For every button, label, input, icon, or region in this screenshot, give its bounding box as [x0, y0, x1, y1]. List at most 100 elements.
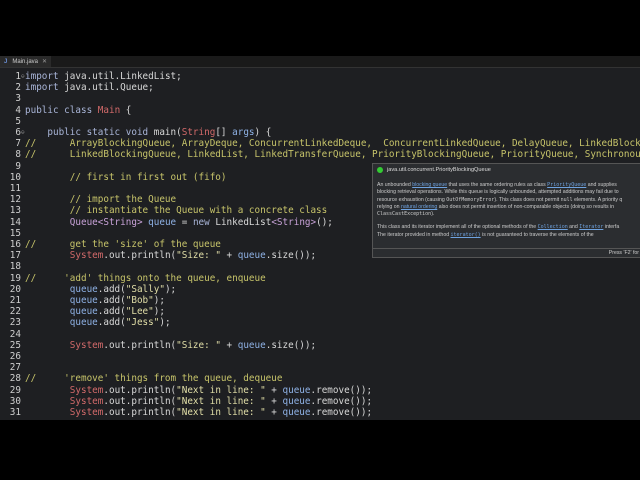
code-line[interactable]: 30 System .out.println("Next in line: " +… — [0, 396, 640, 407]
fold-marker — [21, 116, 25, 127]
code-token: ); — [159, 317, 171, 329]
fold-marker — [21, 329, 25, 340]
code-token: System — [25, 339, 104, 351]
code-token: LinkedList — [209, 216, 272, 228]
code-line[interactable]: 21 queue .add("Bob"); — [0, 295, 640, 306]
line-number: 4 — [15, 104, 21, 116]
line-number: 20 — [9, 283, 21, 295]
code-line[interactable]: 4 public class Main { — [0, 105, 640, 116]
line-number: 30 — [9, 395, 21, 407]
line-number: 10 — [9, 171, 21, 183]
code-line[interactable]: 3 — [0, 93, 640, 104]
tooltip-text: OutOfMemoryError — [446, 196, 495, 203]
code-token: + — [265, 407, 283, 419]
code-line[interactable]: 5 — [0, 116, 640, 127]
code-token: queue — [237, 339, 266, 351]
tooltip-text: resource exhaustion (causing — [377, 196, 447, 203]
code-token: System — [25, 384, 104, 396]
code-token: public static void — [25, 127, 149, 139]
fold-marker — [21, 362, 25, 373]
code-line[interactable]: 6 ⊖ public static void main(String[] args… — [0, 127, 640, 138]
code-line[interactable]: 2 import java.util.Queue; — [0, 82, 640, 93]
code-line[interactable]: 25 System .out.println("Size: " + queue .s… — [0, 340, 640, 351]
code-token: // get the 'size' of the queue — [25, 239, 221, 251]
fold-marker — [21, 183, 25, 194]
code-line[interactable]: 18 — [0, 261, 640, 272]
code-token: .remove()); — [310, 384, 373, 396]
fold-marker — [21, 161, 25, 172]
code-token: "Lee" — [125, 306, 154, 318]
code-token: System — [25, 395, 104, 407]
javadoc-link[interactable]: PriorityQueue — [547, 182, 586, 188]
javadoc-link[interactable]: Iterator — [579, 224, 603, 230]
code-token: <String> — [271, 216, 317, 228]
code-line[interactable]: 28 // 'remove' things from the queue, deq… — [0, 373, 640, 384]
line-number: 16 — [9, 239, 21, 251]
fold-marker — [21, 351, 25, 362]
code-token: new — [192, 216, 210, 228]
line-number: 18 — [9, 261, 21, 273]
code-token: queue — [25, 295, 98, 307]
code-token: args — [232, 127, 255, 139]
code-line[interactable]: 26 — [0, 351, 640, 362]
code-line[interactable]: 23 queue .add("Jess"); — [0, 317, 640, 328]
code-token: .out.println( — [103, 395, 177, 407]
javadoc-hover-tooltip: java.util.concurrent.PriorityBlockingQue… — [372, 163, 640, 258]
tooltip-text: elements. A priority q — [572, 196, 623, 203]
code-line[interactable]: 27 — [0, 362, 640, 373]
code-token: [] — [215, 127, 233, 139]
javadoc-link[interactable]: Collection — [538, 224, 568, 230]
javadoc-link[interactable]: iterator() — [451, 232, 481, 238]
line-number: 12 — [9, 194, 21, 206]
close-icon[interactable]: ✕ — [42, 58, 47, 65]
code-line[interactable]: 8 // LinkedBlockingQueue, LinkedList, Lin… — [0, 149, 640, 160]
code-token: // LinkedBlockingQueue, LinkedList, Link… — [25, 149, 640, 161]
code-line[interactable]: 31 System .out.println("Next in line: " +… — [0, 407, 640, 418]
javadoc-link[interactable]: natural ordering — [401, 204, 437, 210]
code-token: java.util.Queue; — [58, 82, 154, 94]
line-number: 15 — [9, 227, 21, 239]
line-number: 5 — [15, 115, 21, 127]
code-token: { — [120, 104, 132, 116]
code-token: queue — [25, 306, 98, 318]
code-token: "Size: " — [176, 339, 221, 351]
code-token: public class — [25, 104, 93, 116]
line-number: 23 — [9, 317, 21, 329]
tooltip-text: ). This class does not permit — [494, 196, 561, 203]
line-number: 17 — [9, 250, 21, 262]
code-token: (); — [316, 216, 333, 228]
code-line[interactable]: 7 // ArrayBlockingQueue, ArrayDeque, Conc… — [0, 138, 640, 149]
line-number: 2 — [15, 82, 21, 94]
code-token: Queue<String> — [25, 216, 143, 228]
code-token: queue — [237, 250, 266, 262]
code-token: .out.println( — [103, 407, 177, 419]
code-line[interactable]: 22 queue .add("Lee"); — [0, 306, 640, 317]
code-token: .remove()); — [310, 395, 373, 407]
code-token: String — [181, 127, 216, 139]
tooltip-text: This class and its iterator implement al… — [377, 224, 538, 231]
javadoc-link[interactable]: blocking queue — [412, 182, 447, 188]
class-icon — [377, 167, 383, 173]
code-token: "Jess" — [125, 317, 160, 329]
code-token: "Next in line: " — [176, 407, 266, 419]
line-number: 13 — [9, 205, 21, 217]
line-number: 28 — [9, 373, 21, 385]
code-line[interactable]: 20 queue .add("Sally"); — [0, 284, 640, 295]
tab-main-java[interactable]: J Main.java ✕ — [0, 56, 52, 67]
tooltip-paragraph-1: An unbounded blocking queue that uses th… — [377, 182, 637, 218]
code-line[interactable]: 1 ⊖ import java.util.LinkedList; — [0, 71, 640, 82]
code-token: // 'add' things onto the queue, enqueue — [25, 272, 266, 284]
code-token: System — [25, 407, 104, 419]
code-token: // instantiate the Queue with a concrete… — [25, 205, 328, 217]
code-token: queue — [282, 384, 311, 396]
code-line[interactable]: 24 — [0, 329, 640, 340]
line-number: 29 — [9, 384, 21, 396]
code-token: System — [25, 250, 104, 262]
code-token: .size()); — [265, 250, 317, 262]
code-token: "Next in line: " — [176, 395, 266, 407]
code-line[interactable]: 29 System .out.println("Next in line: " +… — [0, 385, 640, 396]
code-line[interactable]: 19 // 'add' things onto the queue, enqueu… — [0, 273, 640, 284]
code-token: "Size: " — [176, 250, 221, 262]
tooltip-text: null — [560, 196, 573, 203]
line-number: 6 — [15, 127, 21, 139]
